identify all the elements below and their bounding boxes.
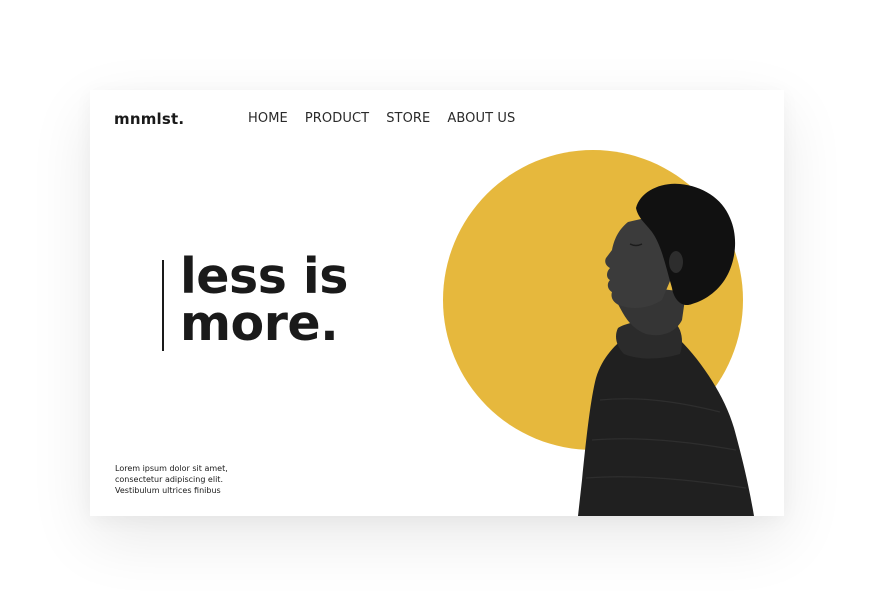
hero-image <box>443 150 754 516</box>
headline-accent-bar <box>162 260 164 351</box>
main-nav: HOME PRODUCT STORE ABOUT US <box>248 111 515 126</box>
hero-description: Lorem ipsum dolor sit amet, consectetur … <box>115 463 275 496</box>
nav-item-product[interactable]: PRODUCT <box>305 111 369 126</box>
description-line-3: Vestibulum ultrices finibus <box>115 486 221 495</box>
description-line-2: consectetur adipiscing elit. <box>115 475 223 484</box>
hero-headline: less is more. <box>180 248 348 352</box>
brand-logo[interactable]: mnmlst. <box>114 110 184 128</box>
headline-line-1: less is <box>180 248 348 305</box>
nav-item-about-us[interactable]: ABOUT US <box>447 111 515 126</box>
page-background: mnmlst. HOME PRODUCT STORE ABOUT US less… <box>0 0 874 606</box>
nav-item-store[interactable]: STORE <box>386 111 430 126</box>
landing-card: mnmlst. HOME PRODUCT STORE ABOUT US less… <box>90 90 784 516</box>
nav-item-home[interactable]: HOME <box>248 111 288 126</box>
description-line-1: Lorem ipsum dolor sit amet, <box>115 464 228 473</box>
headline-line-2: more. <box>180 295 339 352</box>
